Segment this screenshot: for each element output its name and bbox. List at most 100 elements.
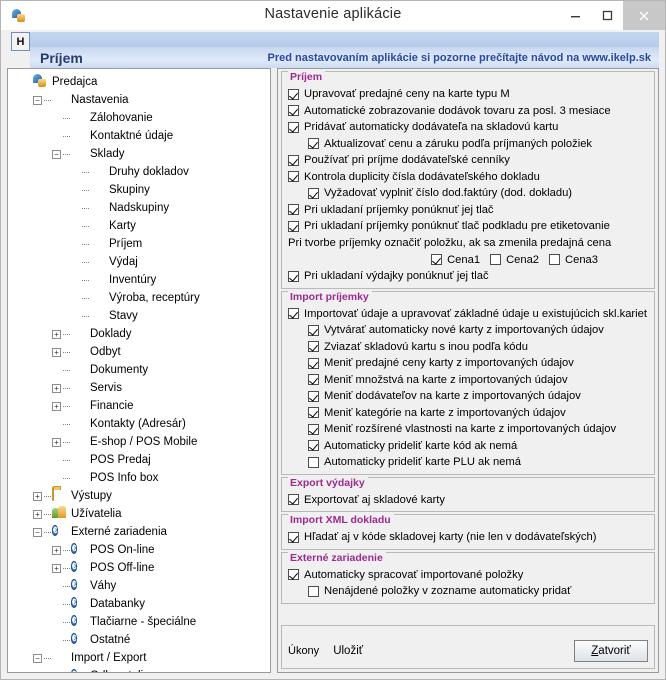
checkbox-checked[interactable]	[288, 154, 299, 166]
collapse-icon[interactable]: −	[50, 149, 63, 159]
tree-item-servis[interactable]: + Servis	[12, 379, 270, 397]
tree-item-odberatelia[interactable]: €Odberatelia	[12, 667, 270, 672]
tree-item-kontakty-adres-r[interactable]: Kontakty (Adresár)	[12, 415, 270, 433]
import-option-row[interactable]: Meniť kategórie na karte z importovaných…	[286, 405, 650, 422]
tree-item-v-daj[interactable]: Výdaj	[12, 253, 270, 271]
checkbox-checked[interactable]	[308, 374, 319, 386]
settings-tree[interactable]: Predajca − Nastavenia Zálohovanie Kontaktné …	[7, 68, 271, 673]
collapse-icon[interactable]: −	[31, 527, 44, 537]
tree-item-databanky[interactable]: € Databanky	[12, 595, 270, 613]
checkbox-checked[interactable]	[288, 105, 299, 117]
checkbox-checked[interactable]	[288, 569, 299, 581]
tree-item-predajca[interactable]: Predajca	[12, 73, 270, 91]
tree-item-v-stupy[interactable]: + Výstupy	[12, 487, 270, 505]
checkbox-checked[interactable]	[431, 254, 443, 265]
checkbox-checked[interactable]	[288, 204, 299, 216]
expand-icon[interactable]: +	[50, 563, 63, 573]
import-option-row[interactable]: Vytvárať automaticky nové karty z import…	[286, 322, 650, 339]
prijem-option-row[interactable]: Upravovať predajné ceny na karte typu M	[286, 86, 650, 103]
tree-item-pr-jem[interactable]: Príjem	[12, 235, 270, 253]
checkbox-checked[interactable]	[288, 531, 299, 543]
tree-item-nadskupiny[interactable]: Nadskupiny	[12, 199, 270, 217]
checkbox-checked[interactable]	[288, 270, 299, 282]
tree-item-tla-iarne-peci-lne[interactable]: € Tlačiarne - špeciálne	[12, 613, 270, 631]
cena-option-cena1[interactable]: Cena1	[431, 254, 486, 266]
tree-item-pos-on-line[interactable]: + € POS On-line	[12, 541, 270, 559]
prijem-option-row[interactable]: Používať pri príjme dodávateľské cenníky	[286, 152, 650, 169]
tree-item-pos-predaj[interactable]: POS Predaj	[12, 451, 270, 469]
prijem-option-row[interactable]: Aktualizovať cenu a záruku podľa príjman…	[286, 136, 650, 153]
tree-item-odbyt[interactable]: + Odbyt	[12, 343, 270, 361]
tree-item-invent-ry[interactable]: Inventúry	[12, 271, 270, 289]
checkbox-unchecked[interactable]	[308, 456, 319, 468]
checkbox-checked[interactable]	[308, 407, 319, 419]
tree-item-e-shop-pos-mobile[interactable]: + E-shop / POS Mobile	[12, 433, 270, 451]
checkbox-checked[interactable]	[288, 171, 299, 183]
prijem-option-row[interactable]: Pri ukladaní výdajky ponúknuť jej tlač	[286, 268, 650, 285]
checkbox-checked[interactable]	[308, 357, 319, 369]
checkbox-checked[interactable]	[308, 187, 319, 199]
close-dialog-button[interactable]: Zatvoriť	[574, 640, 648, 662]
checkbox-checked[interactable]	[288, 121, 299, 133]
help-button[interactable]: H	[11, 32, 30, 51]
checkbox-checked[interactable]	[288, 308, 299, 320]
tree-item-dokumenty[interactable]: Dokumenty	[12, 361, 270, 379]
checkbox-checked[interactable]	[308, 390, 319, 402]
import-option-row[interactable]: Automaticky prideliť karte PLU ak nemá	[286, 454, 650, 471]
export-option-row[interactable]: Exportovať aj skladové karty	[286, 492, 650, 509]
prijem-option-row[interactable]: Automatické zobrazovanie dodávok tovaru …	[286, 103, 650, 120]
tree-item-pos-off-line[interactable]: + € POS Off-line	[12, 559, 270, 577]
tree-item-skupiny[interactable]: Skupiny	[12, 181, 270, 199]
prijem-option-row[interactable]: Pri ukladaní príjemky ponúknuť tlač podk…	[286, 218, 650, 235]
import-option-row[interactable]: Meniť množstvá na karte z importovaných …	[286, 372, 650, 389]
save-link[interactable]: Uložiť	[319, 645, 363, 657]
expand-icon[interactable]: +	[50, 401, 63, 411]
expand-icon[interactable]: +	[31, 491, 44, 501]
expand-icon[interactable]: +	[50, 383, 63, 393]
tree-item-import-export[interactable]: − Import / Export	[12, 649, 270, 667]
import-option-row[interactable]: Meniť dodávateľov na karte z importovaný…	[286, 388, 650, 405]
tree-item-druhy-dokladov[interactable]: Druhy dokladov	[12, 163, 270, 181]
import-option-row[interactable]: Meniť rozšírené vlastnosti na karte z im…	[286, 421, 650, 438]
tree-item-nastavenia[interactable]: − Nastavenia	[12, 91, 270, 109]
tree-item-doklady[interactable]: + Doklady	[12, 325, 270, 343]
expand-icon[interactable]: +	[50, 329, 63, 339]
checkbox-unchecked[interactable]	[490, 254, 502, 265]
prijem-option-row[interactable]: Pri ukladaní príjemky ponúknuť jej tlač	[286, 202, 650, 219]
prijem-option-row[interactable]: Pridávať automaticky dodávateľa na sklad…	[286, 119, 650, 136]
tree-item-z-lohovanie[interactable]: Zálohovanie	[12, 109, 270, 127]
ext-option-row[interactable]: Nenájdené položky v zozname automaticky …	[286, 583, 650, 600]
cena-option-cena3[interactable]: Cena3	[549, 254, 604, 266]
tree-item-stavy[interactable]: Stavy	[12, 307, 270, 325]
expand-icon[interactable]: +	[50, 545, 63, 555]
tree-item-sklady[interactable]: − Sklady	[12, 145, 270, 163]
tree-item-extern-zariadenia[interactable]: − € Externé zariadenia	[12, 523, 270, 541]
checkbox-checked[interactable]	[288, 494, 299, 506]
expand-icon[interactable]: +	[50, 347, 63, 357]
checkbox-checked[interactable]	[308, 423, 319, 435]
tree-item-karty[interactable]: Karty	[12, 217, 270, 235]
cena-option-cena2[interactable]: Cena2	[490, 254, 545, 266]
checkbox-checked[interactable]	[288, 88, 299, 100]
import-option-row[interactable]: Zviazať skladovú kartu s inou podľa kódu	[286, 339, 650, 356]
tree-item-kontaktn-daje[interactable]: Kontaktné údaje	[12, 127, 270, 145]
tree-item-u-vatelia[interactable]: + Užívatelia	[12, 505, 270, 523]
prijem-option-row[interactable]: Vyžadovať vyplniť číslo dod.faktúry (dod…	[286, 185, 650, 202]
tree-item-v-hy[interactable]: € Váhy	[12, 577, 270, 595]
checkbox-checked[interactable]	[308, 341, 319, 353]
import-option-row[interactable]: Importovať údaje a upravovať základné úd…	[286, 306, 650, 323]
tree-item-v-roba-recept-ry[interactable]: Výroba, receptúry	[12, 289, 270, 307]
checkbox-checked[interactable]	[288, 220, 299, 232]
collapse-icon[interactable]: −	[31, 95, 44, 105]
checkbox-unchecked[interactable]	[549, 254, 561, 265]
checkbox-checked[interactable]	[308, 324, 319, 336]
checkbox-checked[interactable]	[308, 138, 319, 150]
checkbox-checked[interactable]	[308, 440, 319, 452]
xml-option-row[interactable]: Hľadať aj v kóde skladovej karty (nie le…	[286, 529, 650, 546]
tree-item-ostatn[interactable]: € Ostatné	[12, 631, 270, 649]
expand-icon[interactable]: +	[31, 509, 44, 519]
ext-option-row[interactable]: Automaticky spracovať importované položk…	[286, 567, 650, 584]
collapse-icon[interactable]: −	[31, 653, 44, 663]
expand-icon[interactable]: +	[50, 437, 63, 447]
prijem-option-row[interactable]: Kontrola duplicity čísla dodávateľského …	[286, 169, 650, 186]
